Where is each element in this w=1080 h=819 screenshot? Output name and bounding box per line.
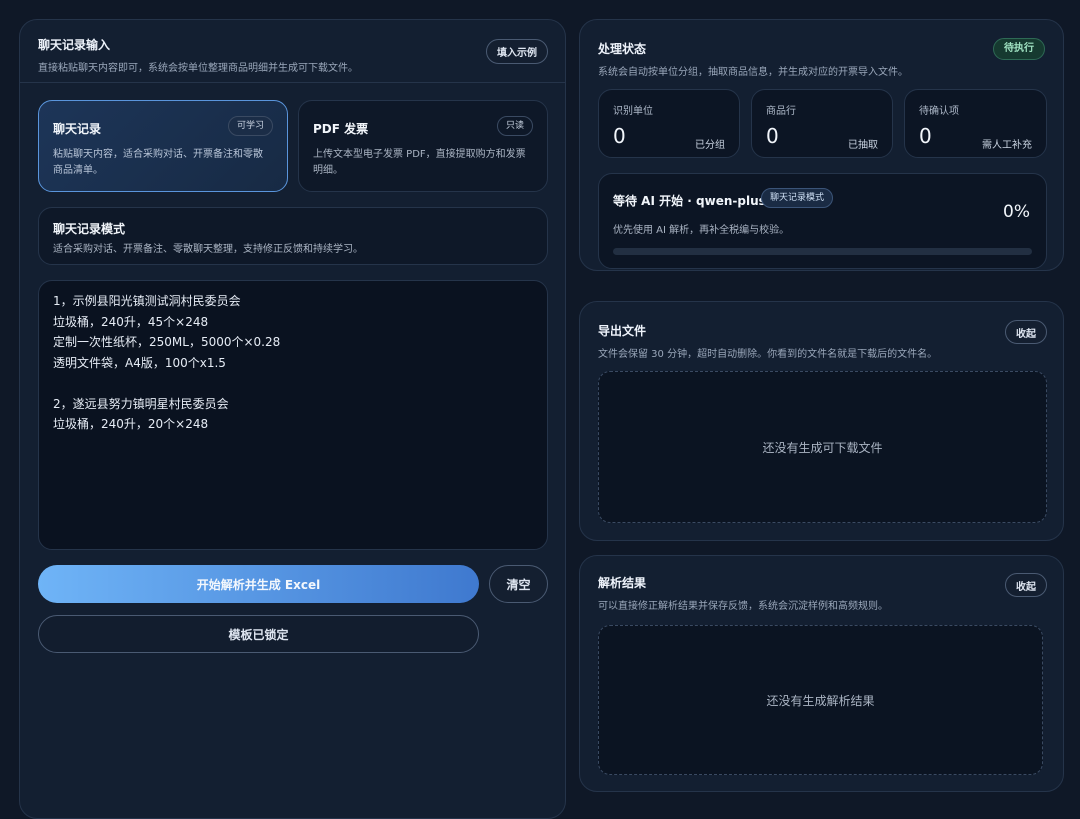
stat-label: 识别单位 (613, 106, 653, 117)
mode-card-pdf-desc: 上传文本型电子发票 PDF，直接提取购方和发票 明细。 (313, 149, 526, 176)
mode-info-desc: 适合采购对话、开票备注、零散聊天整理，支持修正反馈和持续学习。 (53, 244, 363, 255)
stat-value: 0 (919, 124, 932, 148)
result-collapse-button[interactable]: 收起 (1005, 573, 1047, 597)
stat-note: 需人工补充 (982, 140, 1032, 151)
mode-card-pdf-title: PDF 发票 (313, 122, 369, 136)
stat-label: 商品行 (766, 106, 796, 117)
result-panel: 解析结果 可以直接修正解析结果并保存反馈，系统会沉淀样例和高频规则。 收起 还没… (579, 555, 1064, 792)
chat-input-panel: 聊天记录输入 直接粘贴聊天内容即可，系统会按单位整理商品明细并生成可下载文件。 … (19, 19, 566, 819)
export-panel-title: 导出文件 (598, 324, 647, 338)
progress-desc: 优先使用 AI 解析，再补全税编与校验。 (613, 225, 790, 236)
progress-percent: 0% (1003, 202, 1030, 222)
chat-line: 垃圾桶，240升，20个×248 (53, 417, 209, 431)
stat-card-units: 识别单位 0 已分组 (598, 89, 740, 158)
mode-card-pdf[interactable]: PDF 发票 只读 上传文本型电子发票 PDF，直接提取购方和发票 明细。 (298, 100, 548, 192)
stat-card-pending: 待确认项 0 需人工补充 (904, 89, 1047, 158)
input-panel-title: 聊天记录输入 (38, 38, 111, 52)
result-empty-state: 还没有生成解析结果 (598, 625, 1043, 775)
input-panel-subtitle: 直接粘贴聊天内容即可，系统会按单位整理商品明细并生成可下载文件。 (38, 63, 358, 74)
chat-textarea[interactable]: 1，示例县阳光镇测试洞村民委员会 垃圾桶，240升，45个×248 定制一次性纸… (38, 280, 548, 550)
mode-card-chat[interactable]: 聊天记录 可学习 粘贴聊天内容，适合采购对话、开票备注和零散 商品清单。 (38, 100, 288, 192)
status-panel-title: 处理状态 (598, 42, 647, 56)
mode-card-chat-badge: 可学习 (227, 116, 273, 136)
chat-line (53, 373, 533, 394)
template-locked-button[interactable]: 模板已锁定 (38, 615, 479, 653)
chat-line: 2，遂远县努力镇明星村民委员会 (53, 396, 229, 411)
clear-button[interactable]: 清空 (489, 565, 548, 603)
stat-card-items: 商品行 0 已抽取 (751, 89, 893, 158)
progress-card: 等待 AI 开始 · qwen-plus 聊天记录模式 0% 优先使用 AI 解… (598, 173, 1047, 269)
mode-card-chat-title: 聊天记录 (53, 122, 102, 136)
chat-line: 垃圾桶，240升，45个×248 (53, 314, 209, 329)
mode-info-card: 聊天记录模式 适合采购对话、开票备注、零散聊天整理，支持修正反馈和持续学习。 (38, 207, 548, 265)
parse-generate-button[interactable]: 开始解析并生成 Excel (38, 565, 479, 603)
stat-note: 已分组 (695, 140, 725, 151)
status-badge: 待执行 (993, 38, 1045, 60)
export-collapse-button[interactable]: 收起 (1005, 320, 1047, 344)
result-panel-title: 解析结果 (598, 576, 647, 590)
status-panel-subtitle: 系统会自动按单位分组，抽取商品信息，并生成对应的开票导入文件。 (598, 67, 908, 78)
stat-value: 0 (766, 124, 779, 148)
mode-card-chat-desc: 粘贴聊天内容，适合采购对话、开票备注和零散 商品清单。 (53, 149, 263, 176)
progress-mode-badge: 聊天记录模式 (761, 188, 834, 208)
progress-title: 等待 AI 开始 · qwen-plus (613, 194, 766, 208)
fill-example-button[interactable]: 填入示例 (486, 39, 548, 64)
export-panel-subtitle: 文件会保留 30 分钟，超时自动删除。你看到的文件名就是下载后的文件名。 (598, 349, 938, 360)
chat-line: 1，示例县阳光镇测试洞村民委员会 (53, 294, 241, 308)
panel-divider (20, 82, 565, 83)
chat-line: 定制一次性纸杯，250ML，5000个×0.28 (53, 335, 281, 349)
mode-card-pdf-badge: 只读 (496, 116, 533, 136)
status-panel: 处理状态 系统会自动按单位分组，抽取商品信息，并生成对应的开票导入文件。 待执行… (579, 19, 1064, 271)
export-panel: 导出文件 文件会保留 30 分钟，超时自动删除。你看到的文件名就是下载后的文件名… (579, 301, 1064, 541)
mode-info-title: 聊天记录模式 (53, 222, 126, 236)
stat-value: 0 (613, 124, 626, 148)
result-panel-subtitle: 可以直接修正解析结果并保存反馈，系统会沉淀样例和高频规则。 (598, 601, 888, 612)
export-empty-state: 还没有生成可下载文件 (598, 371, 1047, 523)
progress-track (613, 248, 1032, 255)
stat-label: 待确认项 (919, 106, 959, 117)
stat-note: 已抽取 (848, 140, 878, 151)
chat-line: 透明文件袋，A4版，100个x1.5 (53, 355, 226, 370)
